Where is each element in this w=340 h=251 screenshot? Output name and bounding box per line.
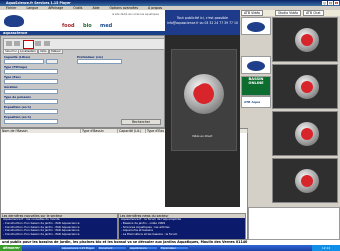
- tab-tableur[interactable]: Tableur: [49, 49, 63, 54]
- close-button[interactable]: ×: [334, 1, 339, 5]
- side-logo-2[interactable]: [241, 56, 271, 74]
- col-header-nom[interactable]: Nom de l'Bassin: [1, 129, 81, 133]
- ad-line-1: Tout publicité ici, c'est possible: [176, 16, 229, 20]
- clock: 12:14: [312, 245, 340, 251]
- video-caption: Vidéo en direct: [192, 134, 213, 138]
- video-thumb-3[interactable]: [272, 111, 338, 156]
- brand-bio: bio: [83, 23, 92, 29]
- aquascience-logo-icon: [4, 15, 24, 27]
- search-button[interactable]: Rechercher: [121, 119, 161, 125]
- exposition-2-select[interactable]: [4, 119, 58, 124]
- side-logo-aquascience[interactable]: [241, 17, 271, 35]
- tab-atb-video[interactable]: ATB Vidéo: [241, 10, 264, 16]
- type-eau-select[interactable]: [4, 79, 58, 84]
- video-thumb-4[interactable]: [272, 158, 338, 203]
- search-form-panel: Sélection Localisation Infos Tableur Cap…: [0, 35, 165, 128]
- tab-localisation[interactable]: Localisation: [18, 49, 38, 54]
- aquatic-badge[interactable]: ATB Aqua: [241, 96, 271, 108]
- fish-logo-icon: [301, 128, 313, 140]
- taskbar-item[interactable]: Aquascience 1.15 Player: [60, 246, 96, 250]
- fish-logo-icon: [301, 81, 313, 93]
- taskbar-item[interactable]: Document: [97, 246, 127, 250]
- start-button[interactable]: démarrer: [0, 245, 22, 251]
- window-title: AquaScience.fr Services 1.15 Player: [6, 1, 71, 5]
- bassin-online-label: BASSIN ONLINE: [248, 77, 264, 85]
- ad-banner[interactable]: Tout publicité ici, c'est possible info@…: [165, 10, 240, 35]
- bassin-online-badge[interactable]: BASSIN ONLINE: [241, 76, 271, 96]
- tab-atb-chat[interactable]: ATB Chat: [303, 10, 324, 16]
- tool-icon[interactable]: [44, 41, 50, 46]
- tab-infos[interactable]: Infos: [38, 49, 49, 54]
- profondeur-field[interactable]: [77, 59, 122, 64]
- fish-logo-icon: [301, 175, 313, 187]
- brand-header: aquascience food bio med le site dédié a…: [0, 10, 165, 35]
- tab-studio-video[interactable]: Studio Vidéo: [275, 10, 302, 16]
- video-frame: Vidéo en direct: [171, 49, 237, 151]
- minimize-button[interactable]: _: [322, 1, 327, 5]
- console-line: - Construction d'un bassin de jardin - P…: [3, 232, 80, 237]
- tool-icon[interactable]: [14, 41, 20, 46]
- news-console-left[interactable]: Les dernières nouvelles sur le secteur A…: [0, 213, 118, 240]
- aeration-select[interactable]: [4, 89, 58, 94]
- taskbar: démarrer Aquascience 1.15 Player Documen…: [0, 245, 340, 251]
- video-panel[interactable]: Vidéo en direct: [165, 35, 240, 207]
- tab-selection[interactable]: Sélection: [3, 49, 20, 54]
- video-thumb-2[interactable]: [272, 64, 338, 109]
- bottom-right-panel: [248, 207, 340, 240]
- form-tabs: Sélection Localisation Infos Tableur: [3, 49, 163, 54]
- brand-food: food: [62, 23, 75, 29]
- aquascience-side-icon: [247, 61, 265, 71]
- type-filtrage-select[interactable]: [4, 69, 58, 74]
- type-poissons-select[interactable]: [4, 99, 58, 104]
- capacite-dropdown[interactable]: [46, 59, 58, 64]
- exposition-select[interactable]: [4, 109, 58, 114]
- capacite-field[interactable]: [4, 59, 44, 64]
- maximize-button[interactable]: □: [328, 1, 333, 5]
- taskbar-item[interactable]: AquaScience: [128, 246, 158, 250]
- taskbar-item[interactable]: Explorateur: [159, 246, 189, 250]
- brand-med: med: [100, 23, 113, 29]
- fish-logo-icon: [301, 34, 313, 46]
- ad-line-2: info@aquascience.fr ou 03 32 24 77 39 77…: [167, 21, 238, 25]
- col-header-type[interactable]: Type d'Bassin: [81, 129, 118, 133]
- aquascience-side-icon: [247, 22, 265, 32]
- news-console-right[interactable]: Les dernières news du secteur Aquascienc…: [118, 213, 246, 240]
- brand-tagline: le site dédié aux sciences aquatiques: [112, 13, 159, 16]
- tool-icon[interactable]: [35, 41, 41, 46]
- aquatic-label: ATB Aqua: [244, 100, 261, 104]
- console-line: - La Pisciculture et les bassins : le fo…: [121, 232, 178, 237]
- selected-tool-icon[interactable]: [23, 40, 34, 49]
- tool-icon[interactable]: [6, 41, 12, 46]
- right-tabbar: ATB Vidéo Studio Vidéo ATB Chat: [240, 10, 340, 16]
- col-header-capacite[interactable]: Capacité (Lit.): [118, 129, 146, 133]
- video-thumb-1[interactable]: [272, 17, 338, 62]
